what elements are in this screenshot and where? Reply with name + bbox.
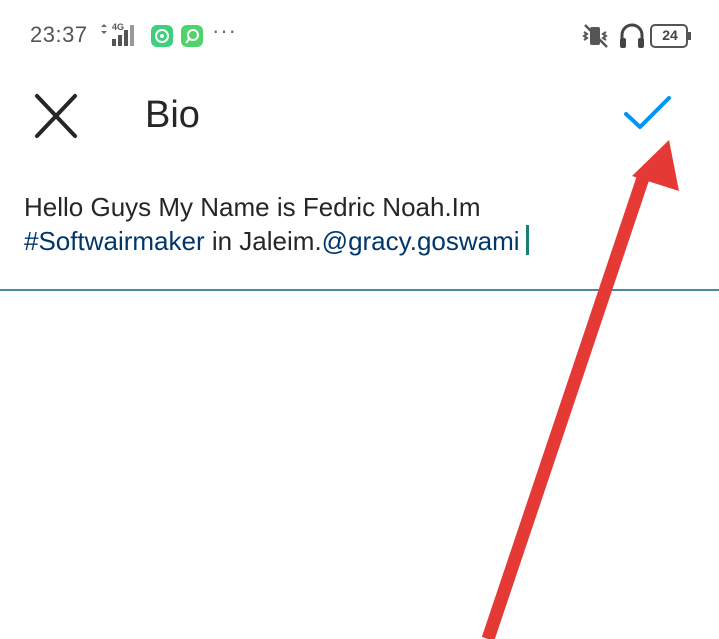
checkmark-icon xyxy=(624,96,671,129)
app-sync-icon xyxy=(151,25,173,47)
close-button[interactable] xyxy=(28,90,84,142)
bio-line-2: #Softwairmaker in Jaleim.@gracy.goswami xyxy=(24,224,694,258)
status-bar: 23:37 4G ··· 24 xyxy=(0,0,719,72)
more-notifications-icon: ··· xyxy=(212,18,237,43)
done-button[interactable] xyxy=(618,90,678,136)
bio-text-middle: in Jaleim. xyxy=(204,226,322,256)
network-type: 4G xyxy=(112,22,125,32)
page-title: Bio xyxy=(145,94,200,136)
edit-bio-screen: 23:37 4G ··· 24 Bio Hello Guys My Name i… xyxy=(0,0,719,639)
close-icon xyxy=(35,94,77,138)
status-time: 23:37 xyxy=(30,22,88,47)
mention-link[interactable]: @gracy.goswami xyxy=(322,226,520,256)
headset-icon xyxy=(620,23,644,48)
bio-line-1: Hello Guys My Name is Fedric Noah.Im xyxy=(24,192,481,222)
app-chat-icon xyxy=(181,25,203,47)
hashtag-link[interactable]: #Softwairmaker xyxy=(24,226,205,256)
text-cursor xyxy=(525,225,529,255)
input-underline xyxy=(0,289,719,291)
bio-input[interactable]: Hello Guys My Name is Fedric Noah.Im #So… xyxy=(24,190,694,258)
top-bar: Bio xyxy=(0,72,719,160)
battery-level: 24 xyxy=(662,27,678,43)
vibrate-off-icon xyxy=(582,24,608,48)
